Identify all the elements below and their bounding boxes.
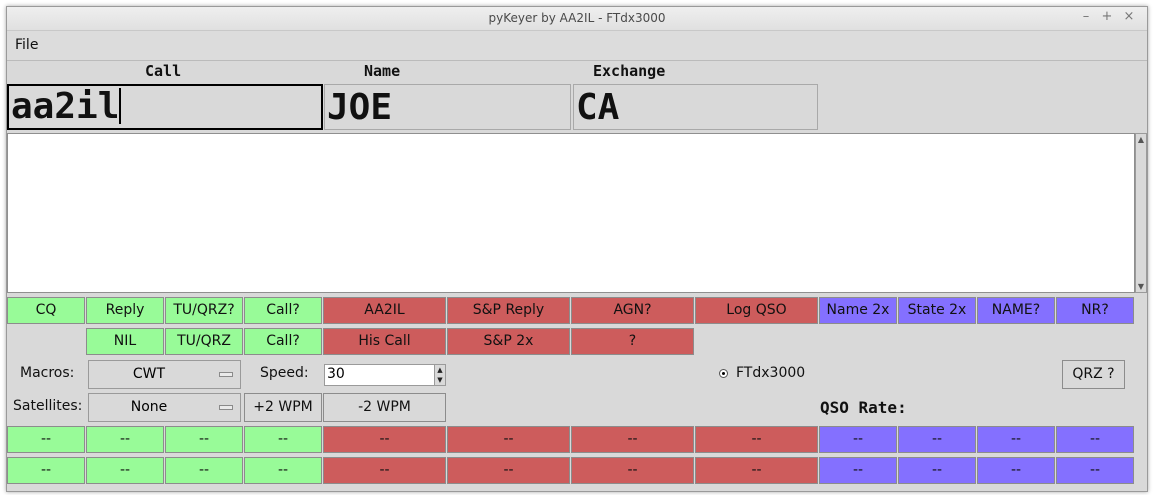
- spot-button[interactable]: --: [323, 457, 446, 484]
- call-header: Call: [145, 62, 182, 80]
- spot-button[interactable]: --: [977, 457, 1055, 484]
- spot-button[interactable]: --: [7, 426, 85, 453]
- spot-button[interactable]: --: [571, 426, 694, 453]
- macros-select[interactable]: CWT: [88, 360, 241, 389]
- macro-name-2x-button[interactable]: Name 2x: [819, 297, 897, 324]
- spot-button[interactable]: --: [571, 457, 694, 484]
- spin-down-icon[interactable]: ▼: [435, 375, 445, 385]
- speed-label: Speed:: [260, 365, 309, 381]
- macro-agn-button[interactable]: AGN?: [571, 297, 694, 324]
- macro-question-button[interactable]: ?: [571, 328, 694, 355]
- rig-radio-label[interactable]: FTdx3000: [736, 365, 805, 381]
- spot-button[interactable]: --: [7, 457, 85, 484]
- macro-sp-2x-button[interactable]: S&P 2x: [447, 328, 570, 355]
- macro-call-query-2-button[interactable]: Call?: [244, 328, 322, 355]
- dropdown-indicator-icon: [219, 372, 233, 377]
- spot-button[interactable]: --: [898, 457, 976, 484]
- spin-up-icon[interactable]: ▲: [435, 365, 445, 375]
- spot-button[interactable]: --: [898, 426, 976, 453]
- macro-nil-button[interactable]: NIL: [86, 328, 164, 355]
- spot-button[interactable]: --: [447, 457, 570, 484]
- close-icon[interactable]: ×: [1121, 9, 1137, 24]
- spot-button[interactable]: --: [695, 426, 818, 453]
- spot-button[interactable]: --: [165, 457, 243, 484]
- macro-tu-qrz-query-button[interactable]: TU/QRZ?: [165, 297, 243, 324]
- dropdown-indicator-icon: [219, 405, 233, 410]
- speed-value: 30: [327, 366, 345, 382]
- scroll-up-icon[interactable]: ▲: [1137, 135, 1145, 144]
- text-cursor: [119, 88, 122, 124]
- macro-sp-reply-button[interactable]: S&P Reply: [447, 297, 570, 324]
- satellites-label: Satellites:: [13, 398, 83, 414]
- menu-file[interactable]: File: [15, 37, 38, 53]
- menu-bar: File: [7, 31, 1147, 61]
- macro-mycall-button[interactable]: AA2IL: [323, 297, 446, 324]
- macro-his-call-button[interactable]: His Call: [323, 328, 446, 355]
- exchange-input-text: CA: [576, 87, 620, 128]
- scroll-down-icon[interactable]: ▼: [1137, 282, 1145, 291]
- spot-button[interactable]: --: [1056, 426, 1134, 453]
- macro-nr-query-button[interactable]: NR?: [1056, 297, 1134, 324]
- call-input[interactable]: aa2il: [7, 84, 323, 130]
- title-bar[interactable]: pyKeyer by AA2IL - FTdx3000 – + ×: [7, 7, 1147, 31]
- log-scrollbar[interactable]: ▲ ▼: [1135, 133, 1147, 293]
- name-input[interactable]: JOE: [324, 84, 571, 130]
- spot-button[interactable]: --: [244, 426, 322, 453]
- spot-button[interactable]: --: [244, 457, 322, 484]
- satellites-select[interactable]: None: [88, 393, 241, 422]
- macro-log-qso-button[interactable]: Log QSO: [695, 297, 818, 324]
- minus-2-wpm-button[interactable]: -2 WPM: [323, 393, 446, 422]
- satellites-select-value: None: [130, 399, 168, 415]
- macro-name-query-button[interactable]: NAME?: [977, 297, 1055, 324]
- spot-button[interactable]: --: [819, 457, 897, 484]
- rig-radio-button[interactable]: [719, 369, 728, 378]
- spot-button[interactable]: --: [165, 426, 243, 453]
- call-input-text: aa2il: [11, 86, 120, 127]
- macro-reply-button[interactable]: Reply: [86, 297, 164, 324]
- spot-button[interactable]: --: [323, 426, 446, 453]
- exchange-header: Exchange: [593, 62, 666, 80]
- spot-button[interactable]: --: [447, 426, 570, 453]
- exchange-input[interactable]: CA: [573, 84, 818, 130]
- log-text-area[interactable]: [7, 133, 1135, 293]
- macro-call-query-button[interactable]: Call?: [244, 297, 322, 324]
- speed-spinbox[interactable]: 30 ▲ ▼: [324, 364, 446, 386]
- name-input-text: JOE: [327, 87, 393, 128]
- spot-button[interactable]: --: [86, 426, 164, 453]
- macros-label: Macros:: [20, 365, 75, 381]
- macro-state-2x-button[interactable]: State 2x: [898, 297, 976, 324]
- qrz-button[interactable]: QRZ ?: [1062, 360, 1125, 389]
- macro-tu-qrz-button[interactable]: TU/QRZ: [165, 328, 243, 355]
- qso-rate-label: QSO Rate:: [820, 398, 907, 417]
- maximize-icon[interactable]: +: [1099, 9, 1115, 24]
- spot-button[interactable]: --: [695, 457, 818, 484]
- spot-button[interactable]: --: [977, 426, 1055, 453]
- name-header: Name: [364, 62, 401, 80]
- minimize-icon[interactable]: –: [1078, 9, 1094, 24]
- spot-button[interactable]: --: [819, 426, 897, 453]
- spot-button[interactable]: --: [1056, 457, 1134, 484]
- plus-2-wpm-button[interactable]: +2 WPM: [244, 393, 322, 422]
- app-window: pyKeyer by AA2IL - FTdx3000 – + × File C…: [6, 6, 1148, 492]
- speed-stepper[interactable]: ▲ ▼: [434, 365, 445, 385]
- macro-cq-button[interactable]: CQ: [7, 297, 85, 324]
- window-title: pyKeyer by AA2IL - FTdx3000: [488, 11, 666, 25]
- macros-select-value: CWT: [132, 366, 166, 382]
- spot-button[interactable]: --: [86, 457, 164, 484]
